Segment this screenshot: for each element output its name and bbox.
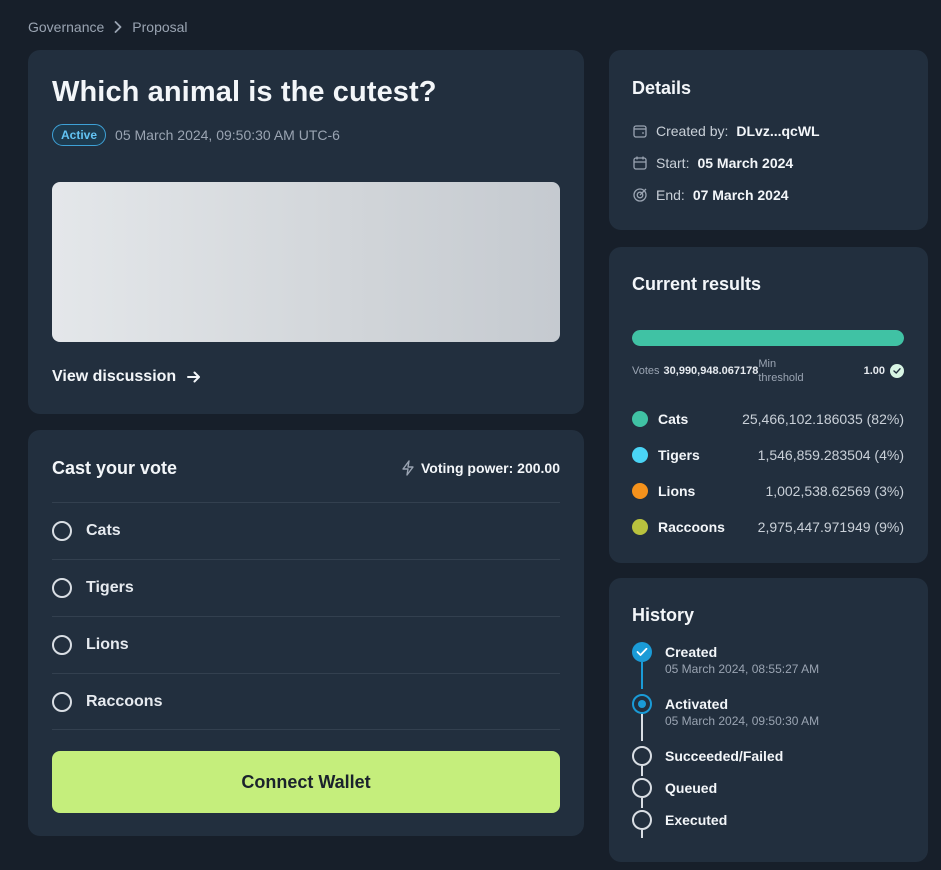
result-name: Tigers <box>658 447 700 463</box>
result-value: 1,002,538.62569 (3%) <box>765 483 904 499</box>
results-progress-bar <box>632 330 904 346</box>
detail-end: End: 07 March 2024 <box>632 187 789 203</box>
created-value: DLvz...qcWL <box>736 123 820 139</box>
arrow-right-icon <box>187 371 201 383</box>
breadcrumb: Governance Proposal <box>28 19 188 35</box>
color-dot <box>632 447 648 463</box>
breadcrumb-governance[interactable]: Governance <box>28 19 104 35</box>
color-dot <box>632 483 648 499</box>
vote-option-cats[interactable]: Cats <box>52 502 560 559</box>
status-badge: Active <box>52 124 107 146</box>
pending-step-icon <box>632 778 652 798</box>
history-label: Activated <box>665 696 729 712</box>
history-label: Succeeded/Failed <box>665 748 784 764</box>
threshold-value-group: 1.00 <box>864 364 904 378</box>
lightning-icon <box>402 460 414 476</box>
history-item-created: Created 05 March 2024, 08:55:27 AM <box>632 642 819 676</box>
vote-option-label: Raccoons <box>86 692 163 710</box>
history-connector <box>641 830 643 838</box>
details-title: Details <box>632 78 692 98</box>
connect-wallet-button[interactable]: Connect Wallet <box>52 751 560 813</box>
detail-start: Start: 05 March 2024 <box>632 155 793 171</box>
voting-power: Voting power: 200.00 <box>401 460 560 476</box>
pending-step-icon <box>632 810 652 830</box>
details-card: Details Created by: DLvz...qcWL Start: 0… <box>609 50 928 230</box>
cast-vote-card: Cast your vote Voting power: 200.00 Cats… <box>28 430 584 836</box>
start-label: Start: <box>656 155 690 171</box>
view-discussion-label: View discussion <box>52 368 177 385</box>
end-value: 07 March 2024 <box>692 187 789 203</box>
created-label: Created by: <box>656 123 729 139</box>
history-item-activated: Activated 05 March 2024, 09:50:30 AM <box>632 694 819 728</box>
cast-vote-title: Cast your vote <box>52 458 178 478</box>
target-icon <box>633 188 647 202</box>
wallet-icon <box>633 125 647 138</box>
detail-created: Created by: DLvz...qcWL <box>632 123 820 139</box>
history-item-queued: Queued <box>632 778 717 798</box>
history-label: Queued <box>665 780 718 796</box>
history-label: Created <box>665 644 718 660</box>
color-dot <box>632 411 648 427</box>
result-row-lions: Lions 1,002,538.62569 (3%) <box>632 483 904 499</box>
result-value: 25,466,102.186035 (82%) <box>742 411 904 427</box>
result-value: 1,546,859.283504 (4%) <box>757 447 904 463</box>
results-title: Current results <box>632 274 762 294</box>
votes-value: 30,990,948.067178 <box>663 365 759 377</box>
result-row-tigers: Tigers 1,546,859.283504 (4%) <box>632 447 904 463</box>
result-name: Raccoons <box>658 519 725 535</box>
calendar-icon <box>633 156 647 170</box>
threshold-label: Min threshold <box>758 358 804 384</box>
check-circle-icon <box>890 364 904 378</box>
result-row-raccoons: Raccoons 2,975,447.971949 (9%) <box>632 519 904 535</box>
view-discussion-link[interactable]: View discussion <box>52 368 202 386</box>
active-step-icon <box>632 694 652 714</box>
radio-button[interactable] <box>52 691 72 712</box>
result-row-cats: Cats 25,466,102.186035 (82%) <box>632 411 904 427</box>
history-date: 05 March 2024, 09:50:30 AM <box>665 714 820 728</box>
votes-summary: Votes 30,990,948.067178 Min threshold 1.… <box>632 357 904 385</box>
proposal-image <box>52 182 560 342</box>
votes-label: Votes <box>632 365 660 377</box>
radio-button[interactable] <box>52 521 72 541</box>
vote-option-raccoons[interactable]: Raccoons <box>52 673 560 730</box>
current-results-card: Current results Votes 30,990,948.067178 … <box>609 247 928 563</box>
history-label: Executed <box>665 812 728 828</box>
breadcrumb-proposal[interactable]: Proposal <box>132 19 187 35</box>
color-dot <box>632 519 648 535</box>
chevron-right-icon <box>114 21 122 33</box>
vote-options: Cats Tigers Lions Raccoons <box>52 502 560 730</box>
threshold-value: 1.00 <box>863 365 885 377</box>
proposal-date: 05 March 2024, 09:50:30 AM UTC-6 <box>115 127 340 143</box>
radio-button[interactable] <box>52 635 72 655</box>
radio-button[interactable] <box>52 578 72 598</box>
result-name: Cats <box>658 411 689 427</box>
voting-power-label: Voting power: 200.00 <box>421 460 560 476</box>
vote-option-label: Cats <box>86 522 121 539</box>
result-value: 2,975,447.971949 (9%) <box>757 519 904 535</box>
proposal-title: Which animal is the cutest? <box>52 76 437 108</box>
vote-option-lions[interactable]: Lions <box>52 616 560 673</box>
vote-option-tigers[interactable]: Tigers <box>52 559 560 616</box>
vote-option-label: Tigers <box>86 579 134 596</box>
history-item-executed: Executed <box>632 810 727 830</box>
result-name: Lions <box>658 483 696 499</box>
end-label: End: <box>656 187 685 203</box>
proposal-card: Which animal is the cutest? Active 05 Ma… <box>28 50 584 414</box>
history-connector <box>641 766 643 776</box>
history-card: History Created 05 March 2024, 08:55:27 … <box>609 578 928 862</box>
proposal-status-row: Active 05 March 2024, 09:50:30 AM UTC-6 <box>52 124 340 146</box>
vote-option-label: Lions <box>86 636 129 653</box>
history-title: History <box>632 605 695 625</box>
check-icon <box>632 642 652 662</box>
start-value: 05 March 2024 <box>697 155 794 171</box>
history-item-succeeded: Succeeded/Failed <box>632 746 783 766</box>
results-progress-fill <box>632 330 904 346</box>
history-connector <box>641 798 643 808</box>
pending-step-icon <box>632 746 652 766</box>
history-date: 05 March 2024, 08:55:27 AM <box>665 662 820 676</box>
